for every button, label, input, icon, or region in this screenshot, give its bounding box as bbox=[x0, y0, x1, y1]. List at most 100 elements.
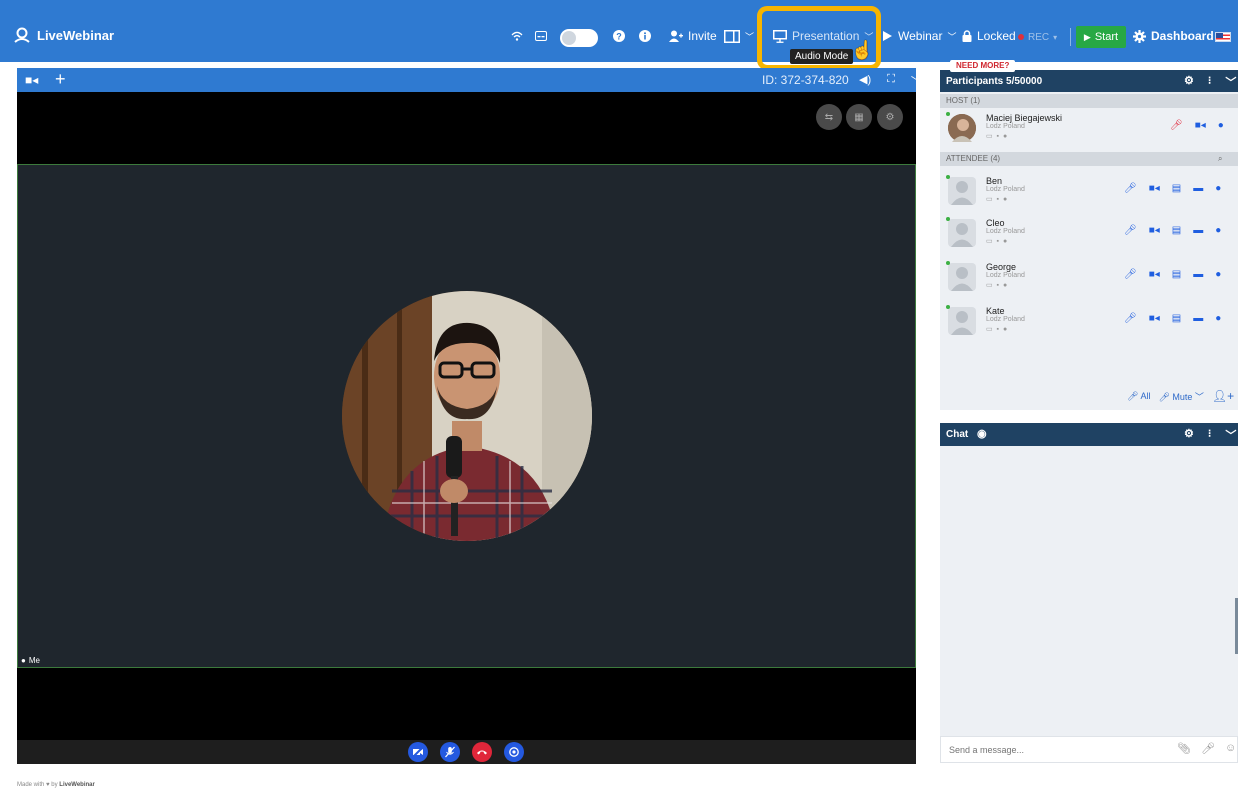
invite-button[interactable]: Invite bbox=[669, 24, 717, 48]
presenter-icon[interactable]: ▤ bbox=[1172, 183, 1181, 194]
mute-button[interactable]: 🎤︎ Mute ﹀ bbox=[1158, 390, 1203, 403]
mic-icon[interactable]: 🎤︎ bbox=[1124, 269, 1137, 280]
host-section-label: HOST (1) bbox=[940, 94, 1238, 108]
camera-tab-icon[interactable]: ■◂ bbox=[25, 73, 38, 87]
camera-off-icon bbox=[412, 746, 424, 758]
mic-off-button[interactable] bbox=[440, 742, 460, 762]
layout-button[interactable]: ﹀ bbox=[724, 24, 754, 48]
default-avatar-icon bbox=[951, 181, 973, 205]
hang-up-button[interactable] bbox=[472, 742, 492, 762]
camera-icon[interactable]: ■◂ bbox=[1149, 269, 1160, 280]
host-item[interactable]: Maciej Biegajewski Lodz Poland ▭ ▪ ● 🎤︎ … bbox=[940, 110, 1238, 152]
presenter-icon[interactable]: ▤ bbox=[1172, 269, 1181, 280]
chevron-down-icon[interactable]: ﹀ bbox=[1225, 74, 1236, 90]
camera-off-button[interactable] bbox=[408, 742, 428, 762]
chevron-down-icon[interactable]: ﹀ bbox=[911, 73, 922, 89]
more-vertical-icon[interactable]: ⁝ bbox=[1208, 74, 1212, 90]
attendee-count: (4) bbox=[990, 154, 1001, 163]
help-icon[interactable]: ? bbox=[613, 24, 625, 48]
record-button[interactable]: REC ▾ bbox=[1018, 28, 1057, 46]
play-icon: ▶ bbox=[1083, 31, 1091, 42]
gear-icon[interactable]: ⚙ bbox=[1184, 74, 1194, 90]
add-user-icon[interactable]: 👤︎+ bbox=[1212, 389, 1234, 403]
logo[interactable]: LiveWebinar bbox=[14, 27, 114, 43]
screen-share-button[interactable] bbox=[504, 742, 524, 762]
search-icon[interactable]: ⌕ bbox=[1218, 152, 1222, 166]
attendee-item[interactable]: Cleo Lodz Poland ▭ ▪ ● 🎤︎ ■◂ ▤ ▬ ● bbox=[940, 215, 1238, 257]
whiteboard-icon[interactable]: ▬ bbox=[1193, 183, 1203, 194]
fullscreen-icon[interactable]: ⛶ bbox=[887, 73, 895, 89]
tooltip: Audio Mode bbox=[790, 49, 854, 64]
participants-header: Participants 5/50000 ⚙ ⁝ ﹀ bbox=[940, 70, 1238, 92]
whiteboard-icon[interactable]: ▬ bbox=[1193, 313, 1203, 324]
info-icon[interactable]: ● bbox=[1215, 183, 1221, 194]
me-label: Me bbox=[28, 656, 40, 665]
language-flag-icon[interactable] bbox=[1215, 32, 1231, 42]
default-avatar-icon bbox=[951, 311, 973, 335]
attendee-item[interactable]: Ben Lodz Poland ▭ ▪ ● 🎤︎ ■◂ ▤ ▬ ● bbox=[940, 173, 1238, 215]
swap-icon[interactable]: ⇆ bbox=[816, 104, 842, 130]
attendee-item[interactable]: George Lodz Poland ▭ ▪ ● 🎤︎ ■◂ ▤ ▬ ● bbox=[940, 259, 1238, 301]
more-vertical-icon[interactable]: ⁝ bbox=[1208, 427, 1212, 443]
gear-icon[interactable]: ⚙ bbox=[1184, 427, 1194, 443]
whiteboard-icon[interactable]: ▬ bbox=[1193, 269, 1203, 280]
mic-icon[interactable]: 🎤︎ bbox=[1201, 742, 1215, 755]
mic-all-button[interactable]: 🎤︎ All bbox=[1127, 391, 1150, 402]
info-icon[interactable]: ● bbox=[1215, 313, 1221, 324]
default-avatar-icon bbox=[951, 223, 973, 247]
participant-location: Lodz Poland bbox=[986, 186, 1025, 193]
participants-header-icons: ⚙ ⁝ ﹀ bbox=[1184, 74, 1236, 90]
gear-icon bbox=[1133, 29, 1146, 43]
mic-muted-icon[interactable]: 🎤︎ bbox=[1170, 120, 1183, 131]
online-dot bbox=[946, 175, 950, 179]
locked-button[interactable]: Locked bbox=[962, 24, 1016, 48]
wifi-icon[interactable] bbox=[511, 24, 523, 48]
info-icon[interactable]: ● bbox=[1215, 269, 1221, 280]
made-with-by: by bbox=[51, 782, 58, 788]
webinar-label: Webinar bbox=[898, 29, 943, 43]
participant-actions: 🎤︎ ■◂ ▤ ▬ ● bbox=[1124, 313, 1221, 324]
settings-icon[interactable]: ⚙ bbox=[877, 104, 903, 130]
info-icon[interactable]: ● bbox=[1215, 225, 1221, 236]
start-button[interactable]: ▶ Start bbox=[1076, 26, 1126, 48]
camera-icon[interactable]: ■◂ bbox=[1149, 183, 1160, 194]
need-more-badge[interactable]: NEED MORE? bbox=[950, 60, 1016, 72]
mic-icon[interactable]: 🎤︎ bbox=[1124, 313, 1137, 324]
hand-cursor-icon: ☝ bbox=[851, 40, 874, 60]
room-id: ID: 372-374-820 bbox=[762, 73, 849, 87]
info-icon[interactable] bbox=[639, 24, 651, 48]
toggle-knob bbox=[562, 31, 576, 45]
volume-icon[interactable]: ◀) bbox=[859, 73, 871, 89]
participant-actions: 🎤︎ ■◂ ▤ ▬ ● bbox=[1124, 183, 1221, 194]
default-avatar-icon bbox=[951, 267, 973, 291]
made-with-text: Made with bbox=[17, 782, 45, 788]
emoji-icon[interactable]: ☺ bbox=[1225, 742, 1236, 755]
made-with-brand[interactable]: LiveWebinar bbox=[59, 782, 95, 788]
whiteboard-icon[interactable]: ▬ bbox=[1193, 225, 1203, 236]
chat-message-input[interactable] bbox=[949, 743, 1149, 757]
mic-icon[interactable]: 🎤︎ bbox=[1124, 183, 1137, 194]
locked-label: Locked bbox=[977, 29, 1016, 43]
heart-icon: ♥ bbox=[46, 782, 50, 788]
chevron-down-icon[interactable]: ﹀ bbox=[1225, 427, 1236, 443]
participant-name: George bbox=[986, 262, 1017, 272]
dashboard-button[interactable]: Dashboard bbox=[1133, 24, 1214, 48]
grid-icon[interactable]: ▦ bbox=[846, 104, 872, 130]
webinar-button[interactable]: Webinar ﹀ bbox=[881, 24, 956, 48]
subtitles-icon[interactable] bbox=[535, 24, 547, 48]
attachment-icon[interactable]: 📎︎ bbox=[1177, 742, 1191, 755]
presenter-icon[interactable]: ▤ bbox=[1172, 313, 1181, 324]
participant-location: Lodz Poland bbox=[986, 123, 1025, 130]
mode-toggle[interactable] bbox=[560, 29, 598, 47]
add-tab-icon[interactable]: + bbox=[55, 69, 66, 90]
presenter-icon[interactable]: ▤ bbox=[1172, 225, 1181, 236]
info-icon[interactable]: ● bbox=[1218, 120, 1224, 131]
camera-icon[interactable]: ■◂ bbox=[1149, 313, 1160, 324]
camera-icon[interactable]: ■◂ bbox=[1195, 120, 1206, 131]
camera-icon[interactable]: ■◂ bbox=[1149, 225, 1160, 236]
online-dot bbox=[946, 217, 950, 221]
participant-actions: 🎤︎ ■◂ ● bbox=[1170, 120, 1224, 131]
mic-icon[interactable]: 🎤︎ bbox=[1124, 225, 1137, 236]
chevron-down-icon: ▾ bbox=[1053, 32, 1058, 42]
attendee-item[interactable]: Kate Lodz Poland ▭ ▪ ● 🎤︎ ■◂ ▤ ▬ ● bbox=[940, 303, 1238, 345]
